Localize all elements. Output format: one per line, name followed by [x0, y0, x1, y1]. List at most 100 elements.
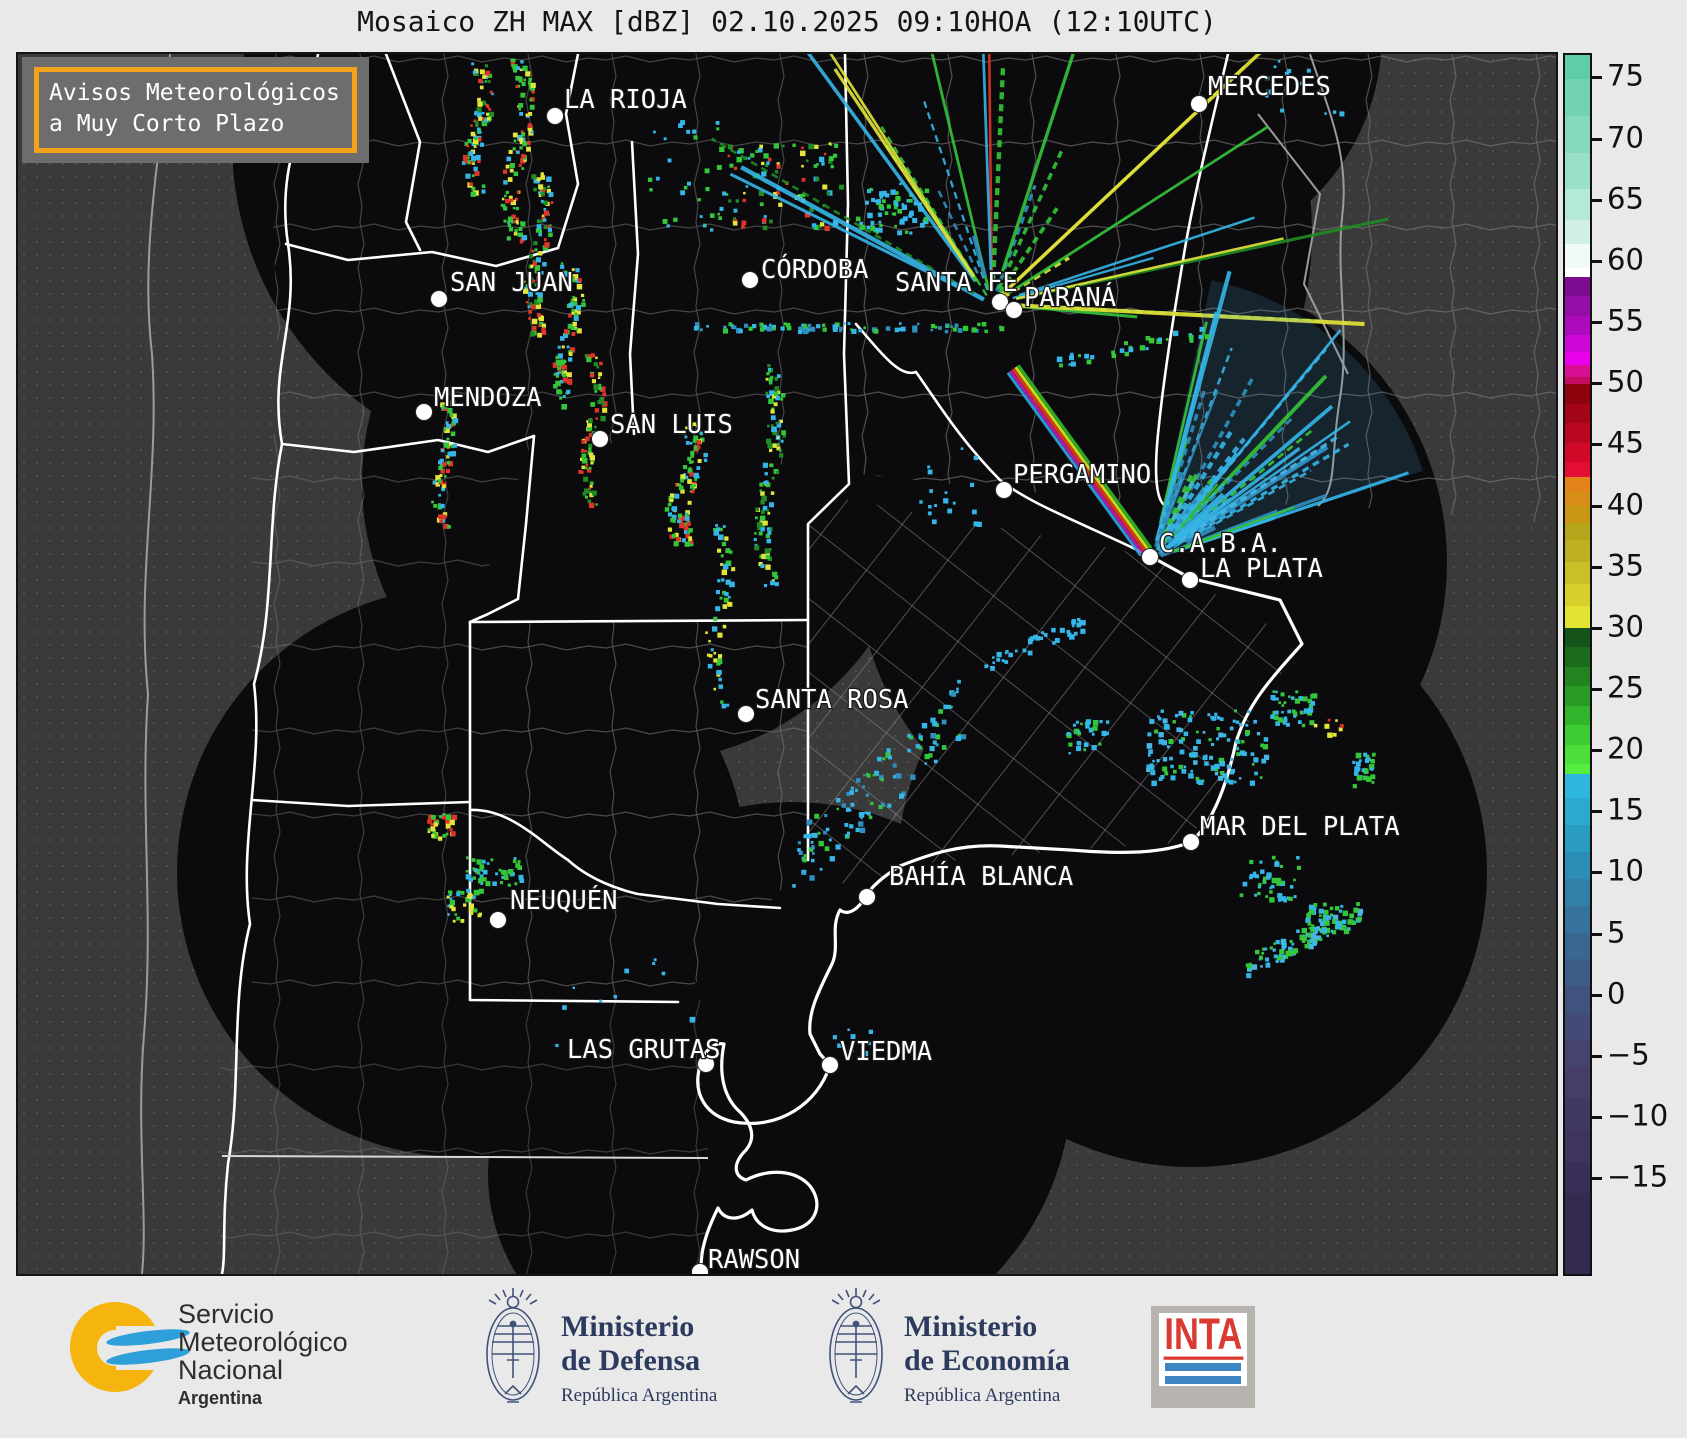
colorbar-tick	[1592, 810, 1602, 814]
colorbar-segment	[1565, 878, 1590, 906]
city-marker: CÓRDOBA	[741, 253, 870, 289]
city-dot	[858, 888, 876, 906]
city-dot	[546, 107, 564, 125]
coat-of-arms-icon	[829, 1288, 883, 1403]
city-label: MERCEDES	[1208, 72, 1331, 102]
page-title: Mosaico ZH MAX [dBZ] 02.10.2025 09:10HOA…	[357, 5, 1217, 38]
city-dot	[821, 1056, 839, 1074]
colorbar-segment	[1565, 932, 1590, 960]
city-label: SANTA ROSA	[755, 685, 909, 715]
colorbar-segment	[1565, 403, 1590, 424]
colorbar-segment	[1565, 744, 1590, 765]
ministry-name: Ministerio	[904, 1310, 1038, 1343]
city-label: SAN JUAN	[450, 268, 573, 298]
colorbar-tick-label: 15	[1607, 792, 1644, 827]
ministerio-defensa-logo: Ministerio de Defensa República Argentin…	[477, 1286, 717, 1408]
colorbar-tick-label: 10	[1607, 854, 1644, 889]
colorbar-segment	[1565, 825, 1590, 853]
city-marker: LA PLATA	[1181, 553, 1324, 589]
colorbar-segment	[1565, 1098, 1590, 1130]
colorbar-segment	[1565, 627, 1590, 648]
colorbar-segment	[1565, 1012, 1590, 1040]
warning-line-1: Avisos Meteorológicos	[49, 80, 340, 106]
colorbar-segment	[1565, 79, 1590, 116]
colorbar-tick-label: 45	[1607, 425, 1644, 460]
city-label: MENDOZA	[434, 383, 541, 413]
colorbar-tick	[1592, 687, 1602, 691]
colorbar-tick	[1592, 76, 1602, 80]
ministry-sub: República Argentina	[561, 1385, 718, 1406]
city-label: LA PLATA	[1200, 554, 1323, 584]
colorbar-tick-label: 5	[1607, 915, 1626, 950]
colorbar-tick-label: −5	[1607, 1037, 1650, 1072]
colorbar-segment	[1565, 1161, 1590, 1194]
colorbar-segment	[1565, 1066, 1590, 1099]
colorbar-segment	[1565, 774, 1590, 799]
ministry-name: de Defensa	[561, 1344, 701, 1377]
city-label: SANTA FE	[895, 268, 1018, 298]
colorbar-tick-label: 75	[1607, 59, 1644, 94]
colorbar-tick-label: 35	[1607, 548, 1644, 583]
inta-wordmark: INTA	[1163, 1309, 1243, 1360]
city-dot	[430, 290, 448, 308]
colorbar-tick-label: 55	[1607, 303, 1644, 338]
city-label: BAHÍA BLANCA	[889, 862, 1073, 892]
city-dot	[1190, 95, 1208, 113]
city-label: NEUQUÉN	[510, 886, 617, 916]
warning-box: Avisos Meteorológicos a Muy Corto Plazo	[34, 67, 357, 153]
colorbar-tick	[1592, 504, 1602, 508]
colorbar-tick	[1592, 626, 1602, 630]
colorbar-segment	[1565, 540, 1590, 562]
colorbar-segment	[1565, 959, 1590, 987]
colorbar-tick	[1592, 565, 1602, 569]
colorbar-tick	[1592, 1177, 1602, 1181]
city-label: VIEDMA	[840, 1037, 932, 1067]
ministry-name: Ministerio	[561, 1310, 695, 1343]
colorbar-segment	[1565, 364, 1590, 377]
radar-map-canvas: LA RIOJA MERCEDESSAN JUAN CÓRDOBA SANTA FE P…	[18, 54, 1556, 1274]
colorbar-tick-label: 70	[1607, 120, 1644, 155]
inta-bar	[1165, 1376, 1241, 1384]
colorbar-segment	[1565, 705, 1590, 726]
colorbar-segment	[1565, 647, 1590, 667]
colorbar-segment	[1565, 905, 1590, 933]
colorbar-segment	[1565, 219, 1590, 244]
colorbar-tick	[1592, 443, 1602, 447]
dbz-colorbar	[1563, 53, 1592, 1276]
city-label: PERGAMINO	[1013, 460, 1151, 490]
colorbar-segment	[1565, 1129, 1590, 1162]
colorbar-tick-label: 65	[1607, 181, 1644, 216]
colorbar-segment	[1565, 352, 1590, 365]
colorbar-segment	[1565, 189, 1590, 220]
colorbar-segment	[1565, 562, 1590, 584]
colorbar-tick-label: 40	[1607, 487, 1644, 522]
city-dot	[415, 403, 433, 421]
colorbar-tick	[1592, 749, 1602, 753]
colorbar-tick	[1592, 1054, 1602, 1058]
city-label: MAR DEL PLATA	[1200, 812, 1400, 842]
colorbar-segment	[1565, 423, 1590, 443]
city-dot	[1141, 548, 1159, 566]
radar-map: LA RIOJA MERCEDES SAN JUAN CÓRDOBA SANTA FE P…	[16, 52, 1558, 1276]
colorbar-segment	[1565, 268, 1590, 277]
colorbar-segment	[1565, 243, 1590, 269]
smn-name-line: Servicio	[178, 1299, 275, 1329]
colorbar-segment	[1565, 476, 1590, 492]
colorbar-segment	[1565, 335, 1590, 353]
inta-bar	[1165, 1363, 1241, 1371]
colorbar-tick-label: −15	[1607, 1159, 1669, 1194]
footer-logos: Servicio Meteorológico Nacional Argentin…	[0, 1278, 1687, 1438]
smn-name-line: Nacional	[178, 1355, 284, 1385]
colorbar-tick-label: 20	[1607, 731, 1644, 766]
warning-panel: Avisos Meteorológicos a Muy Corto Plazo	[22, 57, 369, 163]
city-label: LAS GRUTAS	[567, 1035, 721, 1065]
colorbar-segment	[1565, 296, 1590, 316]
colorbar-segment	[1565, 152, 1590, 190]
colorbar-segment	[1565, 986, 1590, 1013]
colorbar-segment	[1565, 384, 1590, 404]
colorbar-segment	[1565, 491, 1590, 506]
city-dot	[489, 911, 507, 929]
colorbar-segment	[1565, 376, 1590, 385]
colorbar-tick	[1592, 993, 1602, 997]
colorbar-tick	[1592, 932, 1602, 936]
